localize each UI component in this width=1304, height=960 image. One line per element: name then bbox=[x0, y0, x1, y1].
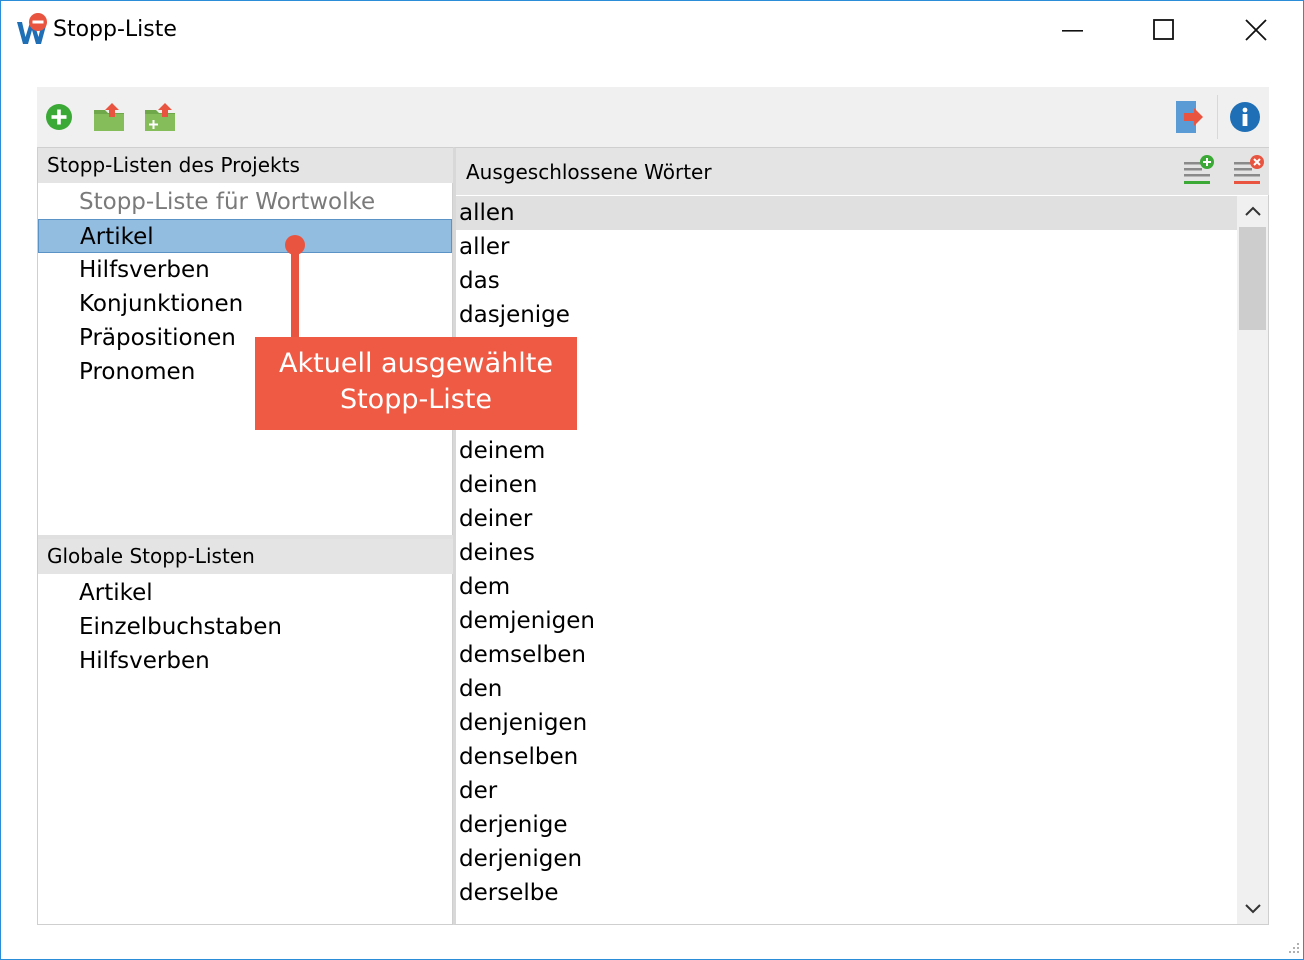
word-item[interactable]: aller bbox=[456, 230, 1237, 264]
toolbar-separator bbox=[1217, 95, 1218, 139]
word-item[interactable]: deines bbox=[456, 536, 1237, 570]
folder-add-export-icon bbox=[145, 103, 175, 131]
scroll-down-button[interactable] bbox=[1237, 894, 1268, 924]
maximize-icon bbox=[1153, 19, 1174, 40]
title-bar[interactable]: Stopp-Liste bbox=[1, 1, 1303, 59]
exit-icon bbox=[1176, 101, 1203, 133]
word-item[interactable]: derjenige bbox=[456, 808, 1237, 842]
word-item[interactable]: demselben bbox=[456, 638, 1237, 672]
project-list-item-selected[interactable]: Artikel bbox=[38, 219, 452, 253]
toolbar bbox=[37, 87, 1269, 147]
add-word-icon[interactable] bbox=[1182, 154, 1216, 188]
word-item[interactable]: derselbe bbox=[456, 876, 1237, 910]
word-item[interactable]: derjenigen bbox=[456, 842, 1237, 876]
project-lists-header: Stopp-Listen des Projekts bbox=[38, 148, 454, 183]
exit-button[interactable] bbox=[1173, 100, 1207, 134]
word-item[interactable]: das bbox=[456, 264, 1237, 298]
global-list-item[interactable]: Einzelbuchstaben bbox=[38, 610, 452, 644]
folder-export-icon bbox=[94, 103, 124, 131]
import-list-button[interactable] bbox=[143, 100, 177, 134]
stop-lists-pane: Stopp-Listen des Projekts Stopp-Liste fü… bbox=[37, 147, 454, 925]
maximize-button[interactable] bbox=[1118, 1, 1210, 59]
app-w-icon bbox=[17, 13, 47, 44]
callout-pointer-line bbox=[291, 241, 299, 337]
window-title: Stopp-Liste bbox=[53, 17, 177, 42]
resize-grip-icon[interactable] bbox=[1287, 941, 1301, 955]
excluded-words-pane: Ausgeschlossene Wörter allen aller das d… bbox=[453, 147, 1269, 925]
word-item[interactable]: deinem bbox=[456, 434, 1237, 468]
excluded-words-list: allen aller das dasjenige dasselbe dein … bbox=[456, 196, 1237, 924]
export-list-button[interactable] bbox=[92, 100, 126, 134]
close-icon bbox=[1245, 19, 1267, 41]
new-list-button[interactable] bbox=[42, 100, 76, 134]
word-item[interactable]: den bbox=[456, 672, 1237, 706]
main-content: Stopp-Listen des Projekts Stopp-Liste fü… bbox=[37, 87, 1269, 925]
info-button[interactable] bbox=[1228, 100, 1262, 134]
word-item[interactable]: der bbox=[456, 774, 1237, 808]
chevron-down-icon bbox=[1244, 904, 1261, 914]
minimize-button[interactable] bbox=[1027, 1, 1119, 59]
add-circle-icon bbox=[46, 104, 72, 130]
vertical-scrollbar[interactable] bbox=[1237, 196, 1268, 924]
callout-box: Aktuell ausgewählte Stopp-Liste bbox=[255, 337, 577, 430]
callout-pointer-dot bbox=[285, 235, 305, 255]
project-list-item[interactable]: Hilfsverben bbox=[38, 253, 452, 287]
project-list-item[interactable]: Konjunktionen bbox=[38, 287, 452, 321]
word-item[interactable]: denjenigen bbox=[456, 706, 1237, 740]
global-lists-header: Globale Stopp-Listen bbox=[38, 539, 454, 574]
word-item[interactable]: demjenigen bbox=[456, 604, 1237, 638]
project-list-item[interactable]: Stopp-Liste für Wortwolke bbox=[38, 185, 452, 219]
minimize-icon bbox=[1062, 30, 1083, 32]
excluded-words-header: Ausgeschlossene Wörter bbox=[456, 148, 1269, 195]
word-item[interactable]: allen bbox=[456, 196, 1237, 230]
word-item[interactable]: deinen bbox=[456, 468, 1237, 502]
excluded-words-title: Ausgeschlossene Wörter bbox=[466, 160, 712, 184]
remove-word-icon[interactable] bbox=[1232, 154, 1266, 188]
word-item[interactable]: deiner bbox=[456, 502, 1237, 536]
scroll-thumb[interactable] bbox=[1239, 227, 1266, 330]
word-item[interactable]: dasjenige bbox=[456, 298, 1237, 332]
callout-line-1: Aktuell ausgewählte bbox=[279, 348, 553, 379]
info-icon bbox=[1230, 102, 1260, 132]
word-item[interactable]: dem bbox=[456, 570, 1237, 604]
global-list-item[interactable]: Hilfsverben bbox=[38, 644, 452, 678]
chevron-up-icon bbox=[1244, 206, 1261, 216]
window: Stopp-Liste Stopp-Listen des Projekts St… bbox=[0, 0, 1304, 960]
word-item[interactable]: denselben bbox=[456, 740, 1237, 774]
global-list-item[interactable]: Artikel bbox=[38, 576, 452, 610]
close-button[interactable] bbox=[1210, 1, 1302, 59]
callout-line-2: Stopp-Liste bbox=[339, 384, 493, 415]
scroll-up-button[interactable] bbox=[1237, 196, 1268, 226]
